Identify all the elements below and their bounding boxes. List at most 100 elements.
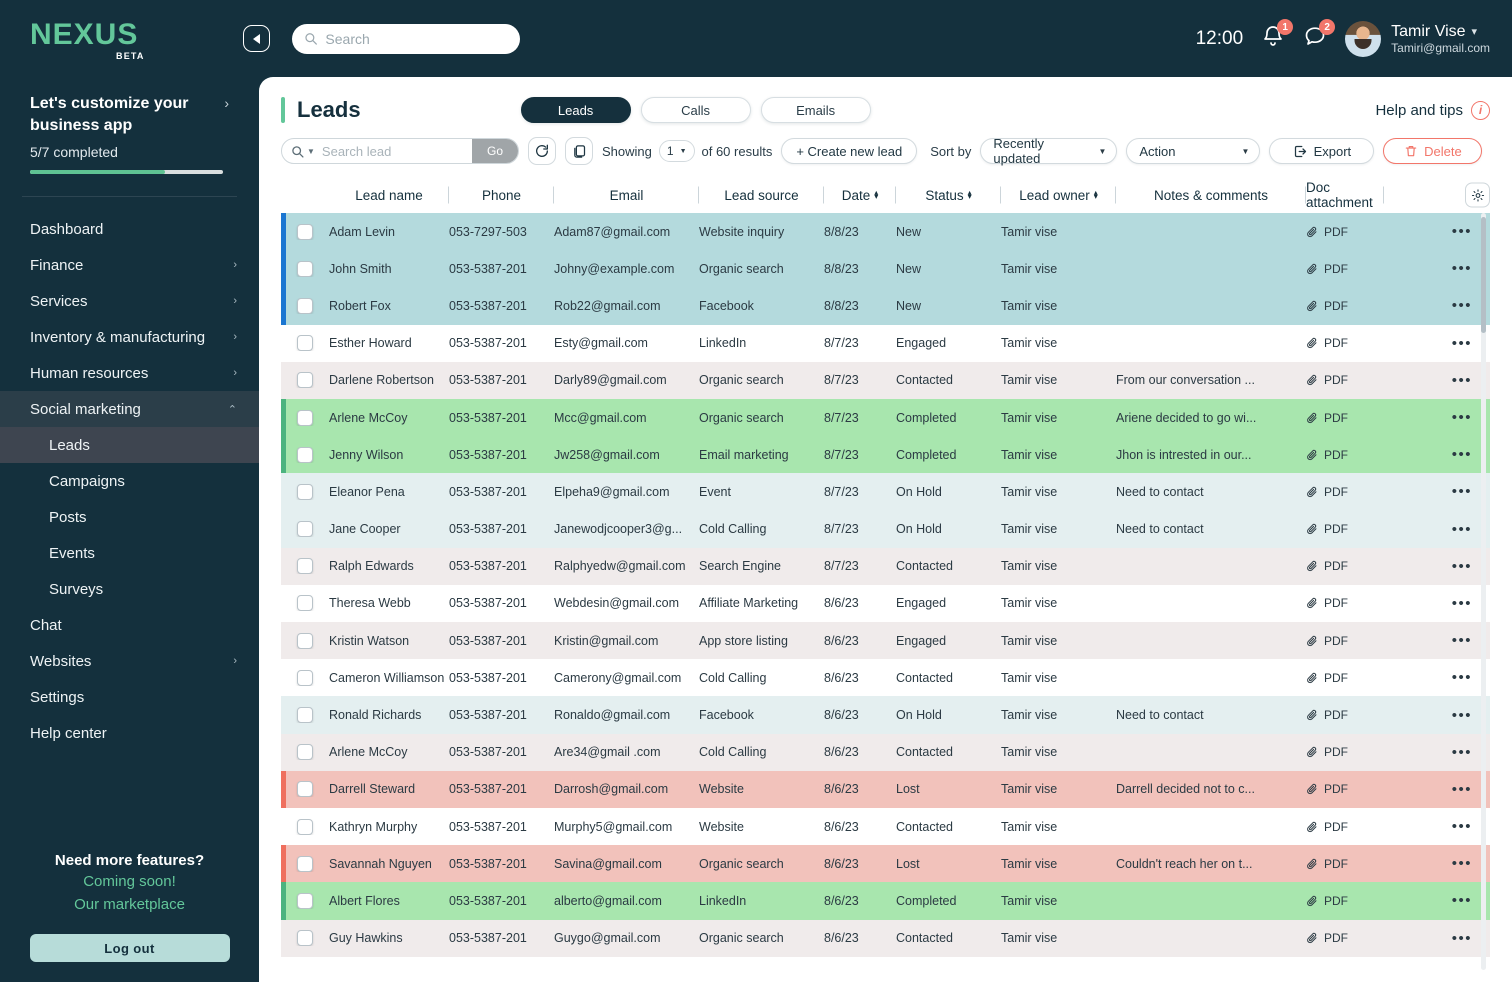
row-checkbox[interactable] — [297, 818, 313, 835]
doc-attachment[interactable]: PDF — [1306, 262, 1384, 276]
table-row[interactable]: Arlene McCoy 053-5387-201 Mcc@gmail.com Org… — [281, 398, 1490, 437]
row-checkbox[interactable] — [297, 930, 313, 947]
promo-line-2[interactable]: Our marketplace — [14, 895, 245, 915]
table-row[interactable]: Guy Hawkins 053-5387-201 Guygo@gmail.com Or… — [281, 919, 1490, 957]
column-header-email[interactable]: Email — [554, 186, 699, 204]
row-more-button[interactable]: ••• — [1452, 856, 1472, 871]
doc-attachment[interactable]: PDF — [1306, 634, 1384, 648]
row-checkbox[interactable] — [297, 595, 313, 612]
column-header-date[interactable]: Date ▴ ▾ — [824, 186, 896, 204]
table-row[interactable]: Jenny Wilson 053-5387-201 Jw258@gmail.com E… — [281, 436, 1490, 474]
row-more-button[interactable]: ••• — [1452, 745, 1472, 760]
sort-arrows-icon[interactable]: ▴ ▾ — [1094, 188, 1098, 201]
row-more-button[interactable]: ••• — [1452, 298, 1472, 313]
global-search[interactable] — [292, 23, 520, 54]
row-checkbox[interactable] — [297, 669, 313, 686]
row-checkbox[interactable] — [297, 372, 313, 389]
table-row[interactable]: Cameron Williamson 053-5387-201 Camerony@g… — [281, 659, 1490, 697]
row-more-button[interactable]: ••• — [1452, 447, 1472, 462]
row-checkbox[interactable] — [297, 892, 313, 909]
table-settings-button[interactable] — [1465, 182, 1490, 208]
doc-attachment[interactable]: PDF — [1306, 448, 1384, 462]
table-row[interactable]: Esther Howard 053-5387-201 Esty@gmail.com L… — [281, 324, 1490, 362]
table-row[interactable]: Ralph Edwards 053-5387-201 Ralphyedw@gmail… — [281, 547, 1490, 585]
table-row[interactable]: Robert Fox 053-5387-201 Rob22@gmail.com Fac… — [281, 287, 1490, 325]
table-row[interactable]: Eleanor Pena 053-5387-201 Elpeha9@gmail.co… — [281, 473, 1490, 511]
tab-emails[interactable]: Emails — [760, 97, 871, 123]
row-more-button[interactable]: ••• — [1452, 596, 1472, 611]
row-checkbox[interactable] — [297, 781, 313, 798]
row-more-button[interactable]: ••• — [1452, 559, 1472, 574]
lead-search-input[interactable] — [321, 139, 472, 163]
sidebar-item-finance[interactable]: Finance › — [0, 247, 259, 283]
doc-attachment[interactable]: PDF — [1306, 671, 1384, 685]
sidebar-item-dashboard[interactable]: Dashboard — [0, 211, 259, 247]
doc-attachment[interactable]: PDF — [1306, 894, 1384, 908]
table-row[interactable]: Ronald Richards 053-5387-201 Ronaldo@gmail… — [281, 696, 1490, 734]
row-more-button[interactable]: ••• — [1452, 373, 1472, 388]
row-checkbox[interactable] — [297, 297, 313, 314]
row-checkbox[interactable] — [297, 521, 313, 538]
doc-attachment[interactable]: PDF — [1306, 485, 1384, 499]
lead-search-icon-group[interactable]: ▼ — [282, 145, 322, 158]
table-row[interactable]: Adam Levin 053-7297-503 Adam87@gmail.com We… — [281, 213, 1490, 251]
messages-button[interactable]: 2 — [1303, 19, 1336, 53]
refresh-button[interactable] — [528, 137, 556, 165]
table-row[interactable]: Albert Flores 053-5387-201 alberto@gmail.c… — [281, 882, 1490, 920]
sidebar-item-inventory-manufacturing[interactable]: Inventory & manufacturing › — [0, 319, 259, 355]
page-select[interactable]: 1 ▼ — [658, 140, 695, 162]
sidebar-item-leads[interactable]: Leads — [0, 427, 259, 464]
sort-arrows-icon[interactable]: ▴ ▾ — [874, 188, 878, 201]
row-more-button[interactable]: ••• — [1452, 484, 1472, 499]
column-header-doc-attachment[interactable]: Doc attachment — [1306, 180, 1384, 210]
doc-attachment[interactable]: PDF — [1306, 782, 1384, 796]
doc-attachment[interactable]: PDF — [1306, 299, 1384, 313]
go-button[interactable]: Go — [472, 139, 518, 163]
table-row[interactable]: Jane Cooper 053-5387-201 Janewodjcooper3@g… — [281, 510, 1490, 548]
table-row[interactable]: Darlene Robertson 053-5387-201 Darly89@gma… — [281, 361, 1490, 399]
doc-attachment[interactable]: PDF — [1306, 559, 1384, 573]
sidebar-item-campaigns[interactable]: Campaigns — [0, 463, 259, 499]
row-more-button[interactable]: ••• — [1452, 708, 1472, 723]
sidebar-item-surveys[interactable]: Surveys — [0, 571, 259, 607]
tab-leads[interactable]: Leads — [520, 97, 631, 123]
row-more-button[interactable]: ••• — [1452, 410, 1472, 425]
table-row[interactable]: Theresa Webb 053-5387-201 Webdesin@gmail.c… — [281, 584, 1490, 623]
table-row[interactable]: Savannah Nguyen 053-5387-201 Savina@gmail.… — [281, 845, 1490, 883]
row-more-button[interactable]: ••• — [1452, 819, 1472, 834]
help-and-tips-button[interactable]: Help and tips i — [1375, 100, 1490, 120]
doc-attachment[interactable]: PDF — [1306, 373, 1384, 387]
table-row[interactable]: Arlene McCoy 053-5387-201 Are34@gmail .com… — [281, 733, 1490, 771]
action-select[interactable]: Action ▼ — [1126, 138, 1261, 164]
doc-attachment[interactable]: PDF — [1306, 745, 1384, 759]
column-header-phone[interactable]: Phone — [449, 186, 554, 204]
doc-attachment[interactable]: PDF — [1306, 336, 1384, 350]
column-header-lead-name[interactable]: Lead name — [329, 186, 449, 204]
row-checkbox[interactable] — [297, 558, 313, 575]
row-more-button[interactable]: ••• — [1452, 633, 1472, 648]
doc-attachment[interactable]: PDF — [1306, 857, 1384, 871]
row-checkbox[interactable] — [297, 632, 313, 649]
row-checkbox[interactable] — [297, 707, 313, 724]
row-checkbox[interactable] — [297, 335, 313, 352]
sidebar-collapse-button[interactable] — [243, 25, 270, 52]
create-new-lead-button[interactable]: + Create new lead — [781, 138, 918, 164]
logout-button[interactable]: Log out — [29, 934, 230, 962]
table-row[interactable]: Kathryn Murphy 053-5387-201 Murphy5@gmail.… — [281, 808, 1490, 846]
row-checkbox[interactable] — [297, 446, 313, 463]
row-more-button[interactable]: ••• — [1452, 224, 1472, 239]
sidebar-item-human-resources[interactable]: Human resources › — [0, 355, 259, 391]
row-checkbox[interactable] — [297, 260, 313, 277]
row-more-button[interactable]: ••• — [1452, 931, 1472, 946]
row-more-button[interactable]: ••• — [1452, 336, 1472, 351]
sort-arrows-icon[interactable]: ▴ ▾ — [968, 188, 972, 201]
row-checkbox[interactable] — [297, 409, 313, 426]
sidebar-item-websites[interactable]: Websites › — [0, 643, 259, 679]
user-menu[interactable]: Tamir Vise ▾ Tamiri@gmail.com — [1345, 20, 1490, 57]
doc-attachment[interactable]: PDF — [1306, 931, 1384, 945]
doc-attachment[interactable]: PDF — [1306, 522, 1384, 536]
doc-attachment[interactable]: PDF — [1306, 411, 1384, 425]
column-header-notes-comments[interactable]: Notes & comments — [1116, 186, 1306, 204]
doc-attachment[interactable]: PDF — [1306, 596, 1384, 610]
row-checkbox[interactable] — [297, 744, 313, 761]
